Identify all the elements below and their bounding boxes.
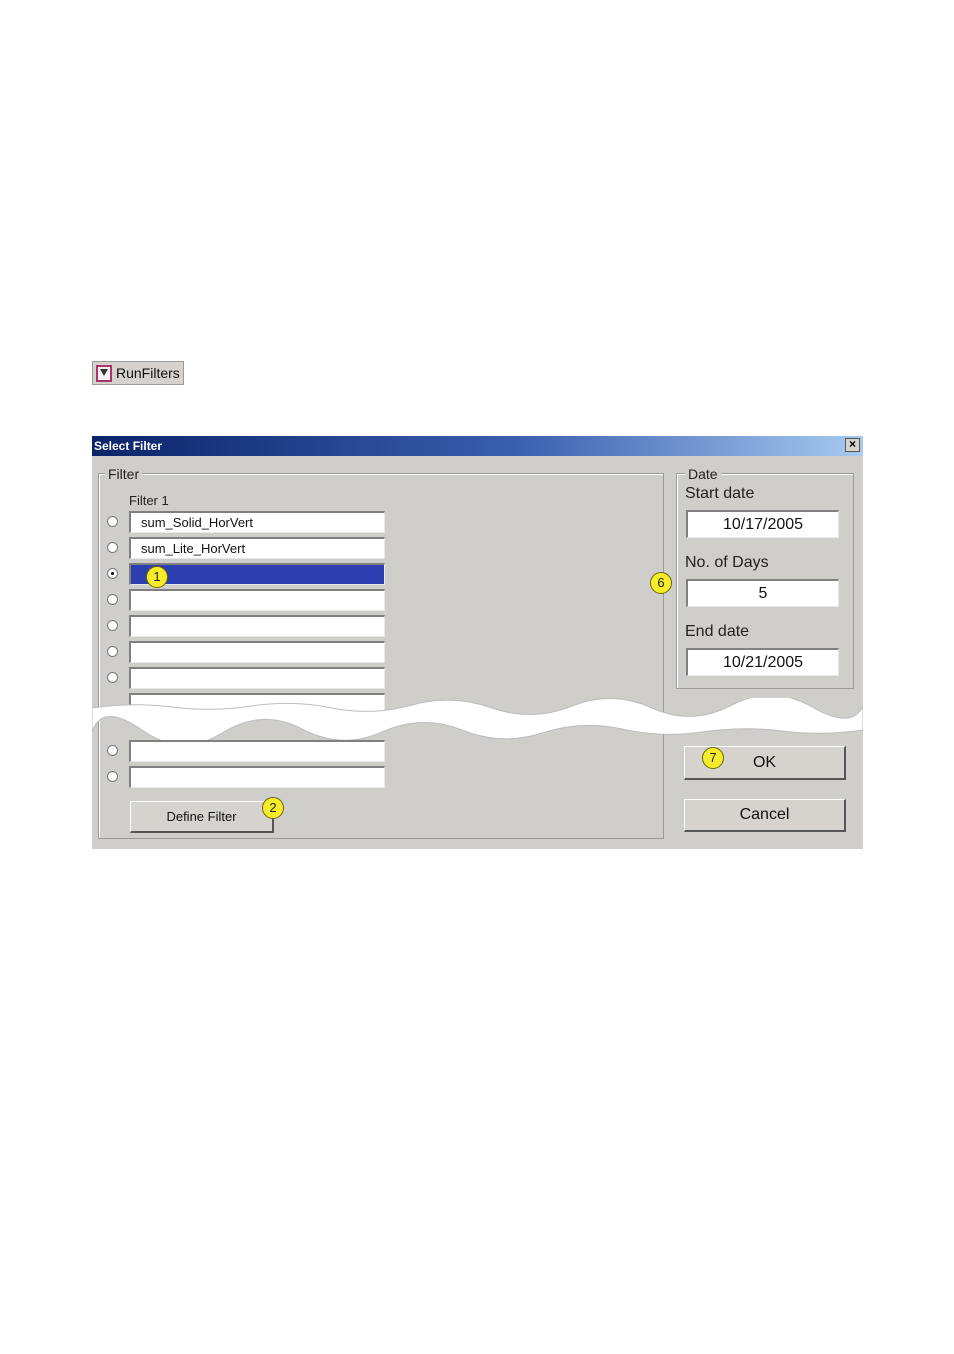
cancel-label: Cancel bbox=[739, 806, 790, 823]
close-icon: × bbox=[848, 437, 856, 451]
callout-7: 7 bbox=[702, 747, 724, 769]
callout-1: 1 bbox=[146, 566, 168, 588]
runfilters-label: RunFilters bbox=[116, 365, 180, 381]
end-date-label: End date bbox=[685, 623, 750, 640]
dialog-title: Select Filter bbox=[94, 439, 163, 453]
filter-field-7[interactable] bbox=[129, 667, 385, 689]
end-date-field[interactable]: 10/21/2005 bbox=[686, 648, 839, 676]
date-group-legend: Date bbox=[685, 466, 721, 482]
filter-radio-1[interactable] bbox=[107, 516, 118, 527]
filter-radio-3[interactable] bbox=[107, 568, 118, 579]
callout-6: 6 bbox=[650, 572, 672, 594]
cancel-button[interactable]: Cancel bbox=[684, 799, 846, 832]
filter-radio-10[interactable] bbox=[107, 771, 118, 782]
filter-field-9[interactable] bbox=[129, 740, 385, 762]
filter-field-1-value: sum_Solid_HorVert bbox=[141, 515, 253, 530]
filter-column-label: Filter 1 bbox=[129, 493, 169, 508]
filter-field-2-value: sum_Lite_HorVert bbox=[141, 541, 246, 556]
filter-radio-5[interactable] bbox=[107, 620, 118, 631]
select-filter-dialog: Select Filter × Filter Filter 1 sum_Soli… bbox=[92, 436, 863, 849]
filter-field-1[interactable]: sum_Solid_HorVert bbox=[129, 511, 385, 533]
filter-field-4[interactable] bbox=[129, 589, 385, 611]
torn-edge-break bbox=[92, 698, 863, 740]
days-label: No. of Days bbox=[685, 554, 769, 571]
runfilters-button[interactable]: RunFilters bbox=[92, 361, 184, 385]
filter-radio-7[interactable] bbox=[107, 672, 118, 683]
filter-group-legend: Filter bbox=[105, 466, 143, 482]
filter-icon bbox=[96, 364, 112, 382]
close-button[interactable]: × bbox=[845, 438, 860, 452]
define-filter-label: Define Filter bbox=[166, 809, 237, 824]
filter-field-2[interactable]: sum_Lite_HorVert bbox=[129, 537, 385, 559]
filter-radio-6[interactable] bbox=[107, 646, 118, 657]
ok-label: OK bbox=[752, 754, 777, 771]
filter-radio-2[interactable] bbox=[107, 542, 118, 553]
start-date-field[interactable]: 10/17/2005 bbox=[686, 510, 839, 538]
filter-field-10[interactable] bbox=[129, 766, 385, 788]
callout-2: 2 bbox=[262, 797, 284, 819]
filter-radio-9[interactable] bbox=[107, 745, 118, 756]
days-field[interactable]: 5 bbox=[686, 579, 839, 607]
filter-field-5[interactable] bbox=[129, 615, 385, 637]
filter-radio-4[interactable] bbox=[107, 594, 118, 605]
filter-field-6[interactable] bbox=[129, 641, 385, 663]
define-filter-button[interactable]: Define Filter bbox=[130, 801, 274, 833]
dialog-titlebar: Select Filter × bbox=[92, 436, 863, 456]
start-date-label: Start date bbox=[685, 485, 755, 502]
